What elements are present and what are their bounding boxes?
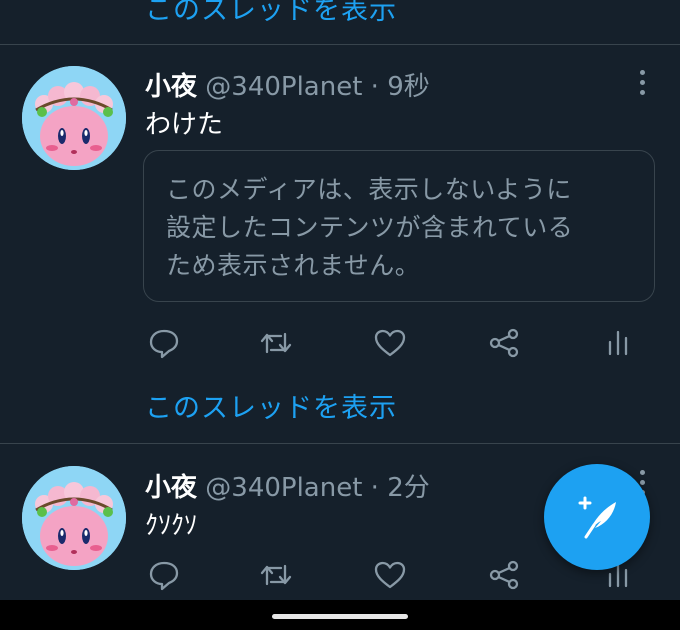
display-name[interactable]: 小夜 bbox=[145, 473, 197, 503]
share-icon[interactable] bbox=[487, 326, 521, 360]
media-notice-line: 設定したコンテンツが含まれている bbox=[166, 213, 574, 242]
avatar-image bbox=[22, 66, 126, 170]
system-navigation-bar bbox=[0, 600, 680, 630]
tweet-text: ｸｿｸｿ bbox=[145, 511, 198, 541]
share-icon[interactable] bbox=[487, 558, 521, 592]
media-notice-line: ため表示されません。 bbox=[166, 251, 421, 280]
avatar[interactable] bbox=[22, 466, 126, 570]
heart-icon[interactable] bbox=[373, 558, 407, 592]
retweet-icon[interactable] bbox=[259, 558, 293, 592]
handle-and-time: @340Planet · 2分 bbox=[205, 473, 430, 503]
avatar-image bbox=[22, 466, 126, 570]
analytics-icon[interactable] bbox=[601, 326, 635, 360]
compose-tweet-button[interactable] bbox=[544, 464, 650, 570]
display-name[interactable]: 小夜 bbox=[145, 72, 197, 102]
retweet-icon[interactable] bbox=[259, 326, 293, 360]
sensitive-media-notice[interactable]: このメディアは、表示しないように 設定したコンテンツが含まれている ため表示され… bbox=[143, 150, 655, 302]
avatar[interactable] bbox=[22, 66, 126, 170]
tweet-text: わけた bbox=[145, 110, 224, 140]
tweet-actions bbox=[145, 326, 635, 360]
tweet-actions bbox=[145, 558, 635, 592]
reply-icon[interactable] bbox=[147, 326, 181, 360]
media-notice-line: このメディアは、表示しないように bbox=[166, 175, 572, 204]
show-thread-link[interactable]: このスレッドを表示 bbox=[145, 0, 397, 27]
timeline-screen: このスレッドを表示 小夜 @340Planet · 9秒 わけた このメディアは… bbox=[0, 0, 680, 630]
heart-icon[interactable] bbox=[373, 326, 407, 360]
reply-icon[interactable] bbox=[147, 558, 181, 592]
tweet-header: 小夜 @340Planet · 2分 bbox=[145, 467, 430, 504]
more-vertical-icon[interactable] bbox=[634, 70, 650, 98]
tweet-header: 小夜 @340Planet · 9秒 bbox=[145, 66, 430, 103]
tweet-divider bbox=[0, 44, 680, 45]
compose-tweet-icon bbox=[578, 496, 616, 539]
home-gesture-handle[interactable] bbox=[272, 614, 408, 619]
handle-and-time: @340Planet · 9秒 bbox=[205, 72, 430, 102]
show-thread-link[interactable]: このスレッドを表示 bbox=[145, 386, 397, 425]
tweet-divider bbox=[0, 443, 680, 444]
